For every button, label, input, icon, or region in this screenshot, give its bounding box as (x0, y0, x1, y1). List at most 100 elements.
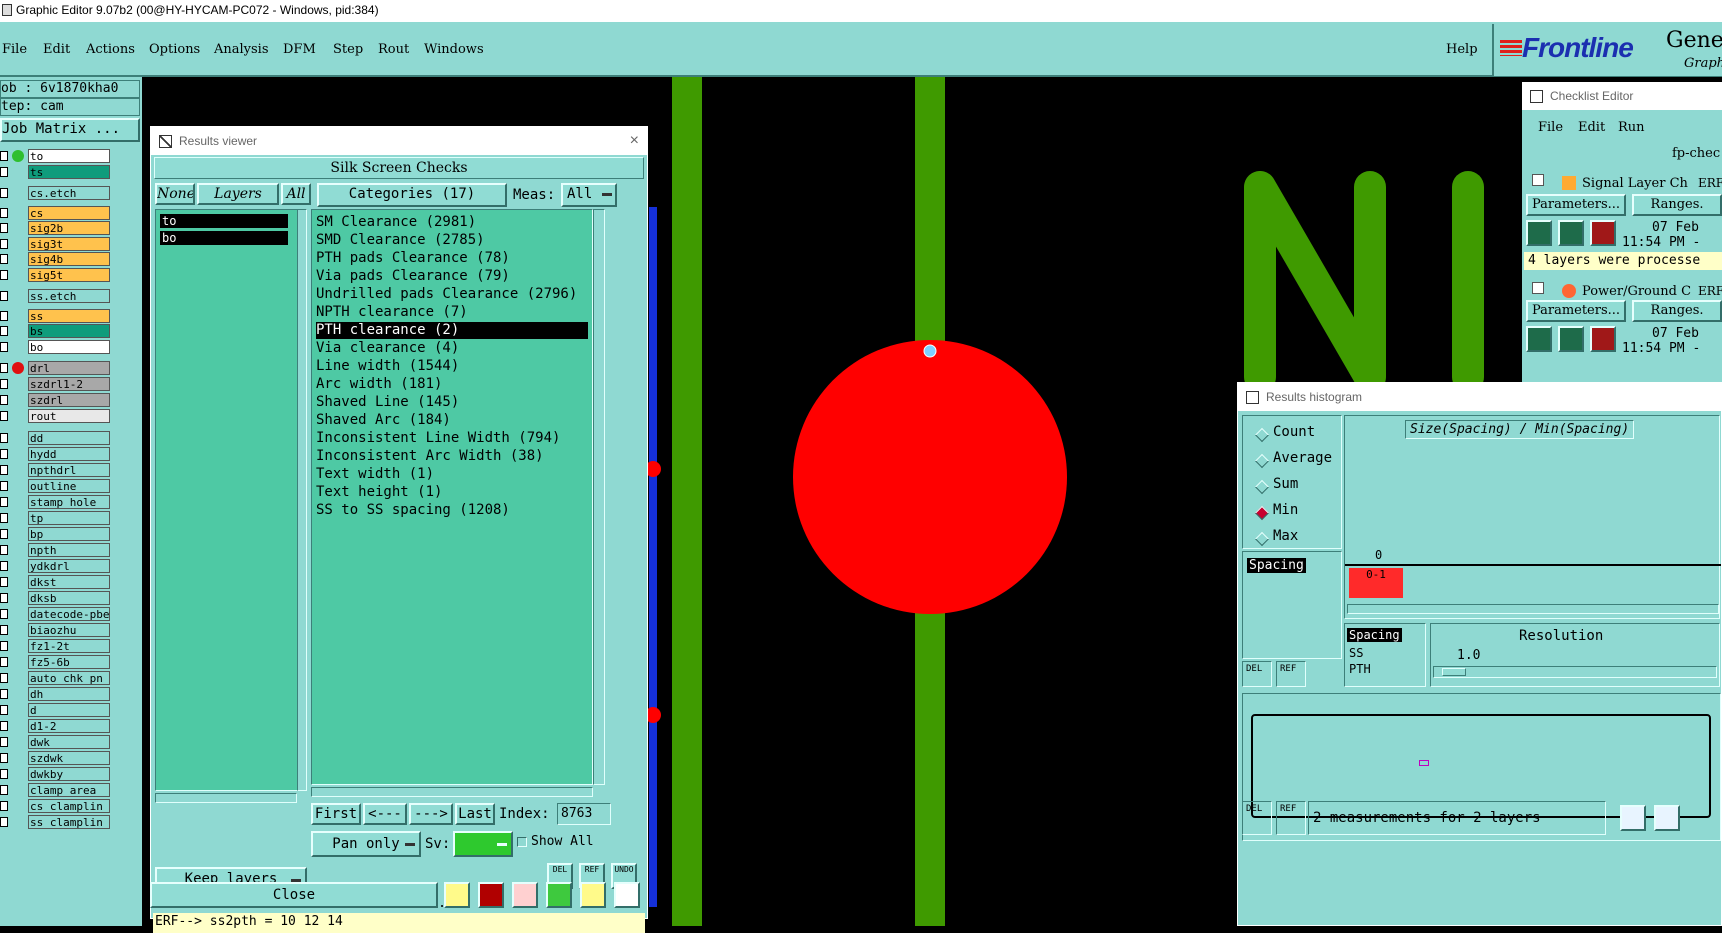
next-button[interactable]: ---> (409, 803, 453, 825)
layer-checkbox[interactable] (0, 801, 8, 811)
category-list-scrollbar[interactable] (593, 209, 605, 785)
category-item[interactable]: Shaved Arc (184) (316, 412, 451, 429)
menu-actions[interactable]: Actions (86, 42, 135, 58)
mode-min[interactable]: Min (1273, 502, 1298, 518)
layer-row[interactable]: rout (0, 409, 142, 423)
checklist-menu-file[interactable]: File (1538, 120, 1563, 135)
layer-row[interactable]: sig4b (0, 252, 142, 266)
category-item[interactable]: SS to SS spacing (1208) (316, 502, 510, 519)
layer-list-scrollbar[interactable] (297, 209, 307, 791)
layer-name[interactable]: sig5t (28, 267, 110, 282)
layer-row[interactable]: ss.etch (0, 289, 142, 303)
category-item[interactable]: Text height (1) (316, 484, 442, 501)
parameters-button[interactable]: Parameters... (1526, 194, 1626, 216)
del-icon[interactable]: DEL (1242, 801, 1272, 835)
layer-checkbox[interactable] (0, 817, 8, 827)
result-layer-list[interactable]: to bo (155, 209, 307, 791)
layer-row[interactable]: d1-2 (0, 719, 142, 733)
layer-checkbox[interactable] (0, 625, 8, 635)
layer-name[interactable]: sig3t (28, 236, 110, 251)
category-item[interactable]: Arc width (181) (316, 376, 442, 393)
layer-name[interactable]: tp (28, 511, 110, 525)
category-item[interactable]: SM Clearance (2981) (316, 214, 476, 231)
category-item[interactable]: Inconsistent Arc Width (38) (316, 448, 544, 465)
layer-name[interactable]: cs_clamplin (28, 799, 110, 813)
histogram-bar[interactable]: 0-1 (1349, 568, 1403, 598)
category-item[interactable]: SMD Clearance (2785) (316, 232, 485, 249)
mode-max[interactable]: Max (1273, 528, 1298, 544)
layer-name[interactable]: bp (28, 527, 110, 541)
chart-hscrollbar[interactable] (1347, 604, 1719, 614)
check-label[interactable]: Power/Ground C (1582, 284, 1691, 299)
layer-checkbox[interactable] (0, 188, 8, 198)
erf-label[interactable]: ERF (1698, 284, 1722, 298)
layer-list-item[interactable]: to (160, 214, 288, 228)
layer-name[interactable]: dh (28, 687, 110, 701)
all-button[interactable]: All (281, 183, 311, 205)
category-item[interactable]: Undrilled pads Clearance (2796) (316, 286, 577, 303)
layer-checkbox[interactable] (0, 341, 8, 352)
layer-name[interactable]: dksb (28, 591, 110, 605)
menu-edit[interactable]: Edit (43, 42, 70, 58)
layer-row[interactable]: sig2b (0, 221, 142, 235)
layer-row[interactable]: npth (0, 543, 142, 557)
layer-checkbox[interactable] (0, 166, 8, 177)
checklist-menu-edit[interactable]: Edit (1578, 120, 1605, 135)
layer-name[interactable]: ts (28, 164, 110, 179)
layer-name[interactable]: drl (28, 361, 110, 375)
layer-checkbox[interactable] (0, 593, 8, 603)
menu-help[interactable]: Help (1446, 42, 1478, 58)
clear-icon[interactable] (512, 882, 538, 908)
pan-only-select[interactable]: Pan only (311, 831, 421, 857)
layer-checkbox[interactable] (0, 769, 8, 779)
radio-average[interactable] (1254, 453, 1270, 469)
layer-name[interactable]: datecode-pbe (28, 607, 110, 621)
layer-checkbox[interactable] (0, 379, 8, 389)
layer-row[interactable]: sig5t (0, 267, 142, 282)
highlight-icon[interactable] (478, 882, 504, 908)
layer-checkbox[interactable] (0, 561, 8, 571)
layer-checkbox[interactable] (0, 641, 8, 651)
run-icon[interactable] (1590, 326, 1616, 352)
layer-checkbox[interactable] (0, 223, 8, 233)
layer-name[interactable]: ss_clamplin (28, 815, 110, 829)
mode-count[interactable]: Count (1273, 424, 1315, 440)
layer-row[interactable]: fz1-2t (0, 639, 142, 653)
layer-name[interactable]: rout (28, 409, 110, 423)
layer-name[interactable]: d1-2 (28, 719, 110, 733)
category-list[interactable]: SM Clearance (2981) SMD Clearance (2785) P… (311, 209, 593, 785)
layer-row[interactable]: bp (0, 527, 142, 541)
layer-checkbox[interactable] (0, 238, 8, 249)
export-icon[interactable] (1620, 805, 1646, 831)
erf-label[interactable]: ERF (1698, 176, 1722, 190)
layer-row[interactable]: ydkdrl (0, 559, 142, 573)
resolution-slider[interactable] (1433, 666, 1717, 678)
report-icon[interactable] (546, 882, 572, 908)
run-icon[interactable] (1590, 220, 1616, 246)
layer-checkbox[interactable] (0, 326, 8, 336)
layer-name[interactable]: dwkby (28, 767, 110, 781)
category-item[interactable]: Inconsistent Line Width (794) (316, 430, 560, 447)
layer-row[interactable]: tp (0, 511, 142, 525)
category-item[interactable]: NPTH clearance (7) (316, 304, 468, 321)
layer-name[interactable]: dkst (28, 575, 110, 589)
layer-checkbox[interactable] (0, 310, 8, 321)
layer-row[interactable]: npthdrl (0, 463, 142, 477)
layer-name[interactable]: cs (28, 205, 110, 220)
layer-name[interactable]: fz1-2t (28, 639, 110, 653)
del-icon[interactable]: DEL (1242, 661, 1272, 687)
layers-button[interactable]: Layers (197, 183, 279, 205)
layer-checkbox[interactable] (0, 721, 8, 731)
category-item[interactable]: PTH pads Clearance (78) (316, 250, 510, 267)
layer-row[interactable]: hydd (0, 447, 142, 461)
radio-count[interactable] (1254, 427, 1270, 443)
layer-checkbox[interactable] (0, 753, 8, 763)
radio-min[interactable] (1254, 505, 1270, 521)
layer-checkbox[interactable] (0, 529, 8, 539)
ref-icon[interactable]: REF (1276, 661, 1306, 687)
print-icon[interactable] (1654, 805, 1680, 831)
layer-row[interactable]: clamp_area (0, 783, 142, 797)
prev-button[interactable]: <--- (363, 803, 407, 825)
layer-row[interactable]: fz5-6b (0, 655, 142, 669)
layer-name[interactable]: ss.etch (28, 289, 110, 303)
